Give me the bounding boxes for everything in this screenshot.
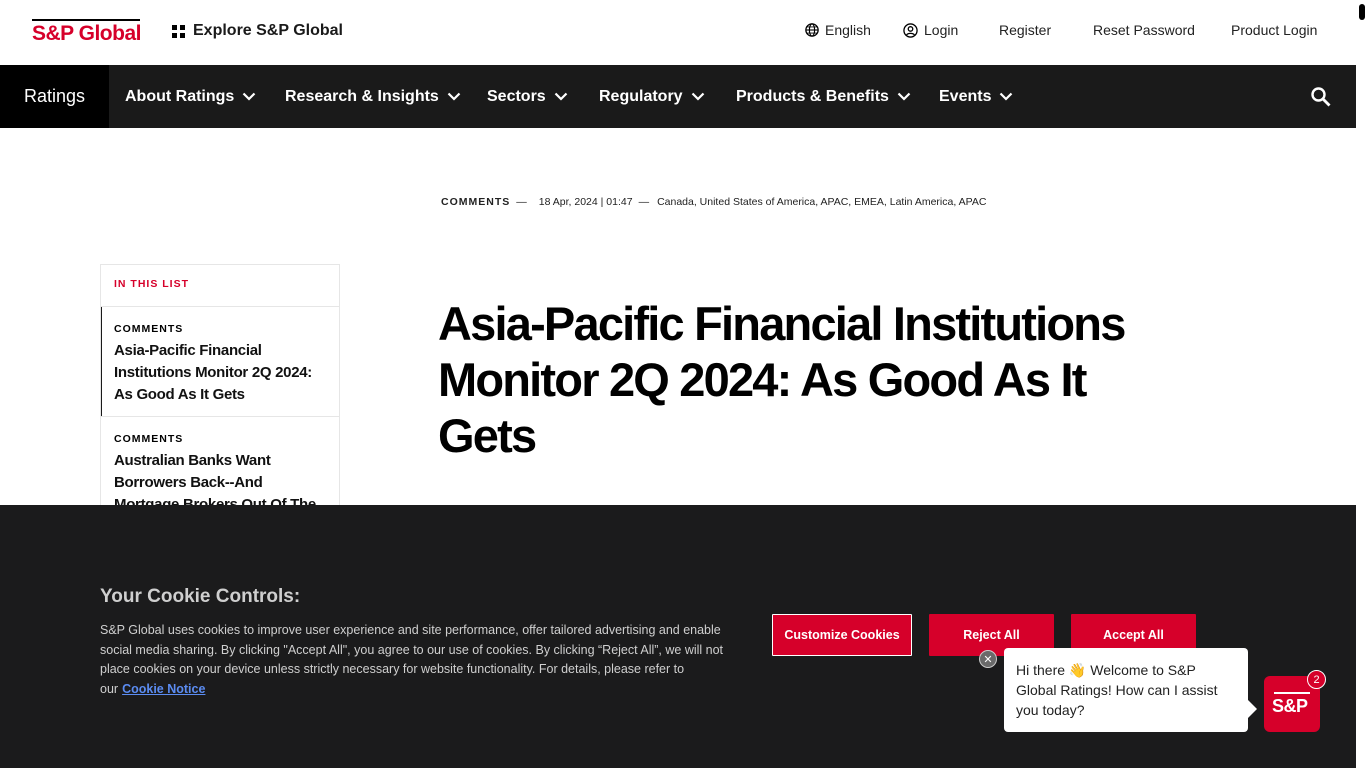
login-link[interactable]: Login [903,22,958,38]
article-type: COMMENTS [441,196,511,208]
product-login-label: Product Login [1231,22,1318,38]
nav-products-benefits[interactable]: Products & Benefits [736,65,911,128]
nav-item-label: Research & Insights [285,87,439,105]
meta-separator: — [516,196,527,208]
explore-label: Explore S&P Global [193,22,343,39]
page-title: Asia-Pacific Financial Institutions Moni… [438,297,1126,462]
cookie-notice-link[interactable]: Cookie Notice [122,682,205,696]
list-item-title: Asia-Pacific Financial Institutions Moni… [114,342,312,403]
nav-item-label: About Ratings [125,87,235,105]
product-login-link[interactable]: Product Login [1231,22,1317,38]
nav-item-label: Regulatory [599,87,683,105]
nav-item-label: Products & Benefits [736,87,889,105]
chevron-down-icon [1000,92,1013,101]
top-bar: S&P Global Explore S&P Global English Lo… [0,0,1356,65]
list-item[interactable]: COMMENTS Asia-Pacific Financial Institut… [101,307,339,417]
nav-ratings-home[interactable]: Ratings [0,65,109,128]
language-label: English [825,22,871,38]
chat-launcher-logo: S&P [1272,696,1308,716]
in-this-list-sidebar: IN THIS LIST COMMENTS Asia-Pacific Finan… [100,264,340,514]
search-icon[interactable] [1310,86,1332,108]
register-link[interactable]: Register [999,22,1051,38]
sp-global-logo[interactable]: S&P Global [32,19,141,45]
nav-item-label: Events [939,87,992,105]
nav-sectors[interactable]: Sectors [487,65,568,128]
logo-text: S&P Global [32,22,141,45]
chevron-down-icon [691,92,704,101]
list-item-type: COMMENTS [114,433,184,445]
meta-separator: — [638,196,650,208]
main-navigation: Ratings About Ratings Research & Insight… [0,65,1356,128]
chat-close-icon[interactable]: ✕ [979,650,997,668]
chevron-down-icon [447,92,461,101]
nav-events[interactable]: Events [939,65,1013,128]
sidebar-heading: IN THIS LIST [101,265,339,307]
globe-icon [805,23,819,37]
cookie-banner-text: S&P Global uses cookies to improve user … [100,621,740,699]
article-meta: COMMENTS — 18 Apr, 2024 | 01:47 — Canada… [441,196,986,208]
list-item-type: COMMENTS [114,323,184,335]
nav-research-insights[interactable]: Research & Insights [285,65,461,128]
cookie-banner-title: Your Cookie Controls: [100,586,301,607]
article-regions: Canada, United States of America, APAC, … [657,196,987,208]
reset-password-link[interactable]: Reset Password [1093,22,1195,38]
language-selector[interactable]: English [805,22,871,38]
page-scrollbar[interactable] [1356,0,1366,768]
explore-sp-global-button[interactable]: Explore S&P Global [172,22,343,40]
register-label: Register [999,22,1052,38]
list-item[interactable]: COMMENTS Australian Banks Want Borrowers… [101,417,339,513]
user-circle-icon [903,22,918,38]
nav-regulatory[interactable]: Regulatory [599,65,705,128]
chevron-down-icon [243,92,256,101]
nav-about-ratings[interactable]: About Ratings [125,65,256,128]
login-label: Login [924,22,959,38]
chevron-down-icon [554,92,567,101]
article-datetime: 18 Apr, 2024 | 01:47 [538,196,633,208]
customize-cookies-button[interactable]: Customize Cookies [772,614,912,656]
chevron-down-icon [897,92,911,101]
reset-password-label: Reset Password [1093,22,1195,38]
grid-icon [172,24,185,38]
scrollbar-thumb[interactable] [1359,4,1365,20]
nav-item-label: Sectors [487,87,546,105]
chat-logo-rule [1274,692,1310,694]
chat-welcome-bubble[interactable]: Hi there 👋 Welcome to S&P Global Ratings… [1004,648,1257,732]
chat-notification-badge: 2 [1307,670,1326,689]
logo-rule [32,19,140,21]
